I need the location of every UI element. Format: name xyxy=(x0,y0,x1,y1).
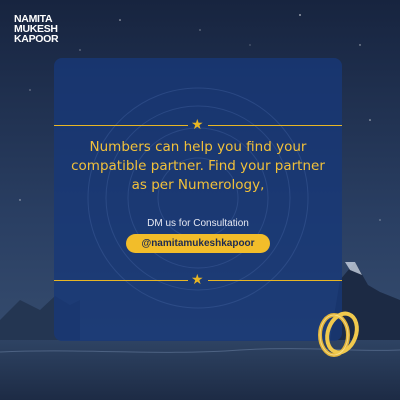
brand-logo: NAMITA MUKESH KAPOOR xyxy=(14,14,59,45)
cta-label: DM us for Consultation xyxy=(147,218,249,229)
instagram-handle-button[interactable]: @namitamukeshkapoor xyxy=(126,234,270,253)
divider-top: ★ xyxy=(54,116,342,132)
star-icon: ★ xyxy=(191,116,204,132)
consultation-card: ★ Numbers can help you find your compati… xyxy=(54,58,342,341)
divider-bottom: ★ xyxy=(54,271,342,287)
gold-rings-icon xyxy=(318,311,359,357)
brand-logo-line: KAPOOR xyxy=(14,33,59,45)
star-icon: ★ xyxy=(191,271,204,287)
zodiac-wheel-watermark xyxy=(87,87,309,309)
headline-text: Numbers can help you find your compatibl… xyxy=(71,139,325,193)
